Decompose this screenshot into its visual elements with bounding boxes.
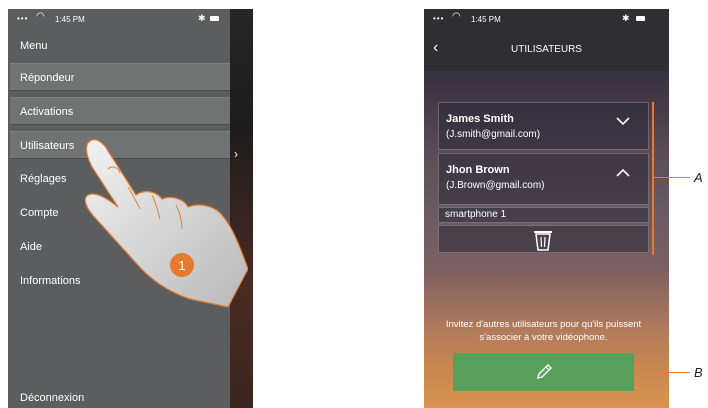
pencil-icon <box>537 364 552 379</box>
wifi-icon: ◠ <box>452 11 461 22</box>
user-name: James Smith <box>446 113 514 125</box>
status-bar: ••• ◠ 1:45 PM ✱ <box>8 9 253 29</box>
menu-item-label: Aide <box>20 241 43 253</box>
logout-button[interactable]: Déconnexion <box>10 384 230 408</box>
battery-icon <box>210 16 219 21</box>
callout-line-b <box>634 372 690 373</box>
list-bracket-line <box>652 102 654 255</box>
user-email: (J.Brown@gmail.com) <box>446 180 545 191</box>
callout-label-b: B <box>694 365 703 380</box>
delete-row[interactable] <box>438 225 649 253</box>
user-card-jhon-brown[interactable]: Jhon Brown (J.Brown@gmail.com) <box>438 153 649 205</box>
menu-item-repondeur[interactable]: Répondeur <box>10 63 230 91</box>
invite-edit-button[interactable] <box>453 353 634 391</box>
trash-icon[interactable] <box>533 229 553 251</box>
menu-item-activations[interactable]: Activations <box>10 97 230 125</box>
chevron-down-icon[interactable] <box>616 117 630 126</box>
right-phone-screen: ••• ◠ 1:45 PM ✱ ‹ UTILISATEURS James Smi… <box>424 9 669 408</box>
user-email: (J.smith@gmail.com) <box>446 129 541 140</box>
bluetooth-icon: ✱ <box>198 13 206 23</box>
left-phone-screen: ••• ◠ 1:45 PM ✱ Menu Répondeur Activatio… <box>8 9 253 408</box>
chevron-up-icon[interactable] <box>616 168 630 177</box>
callout-label-a: A <box>694 170 703 185</box>
user-name: Jhon Brown <box>446 164 510 176</box>
bluetooth-icon: ✱ <box>622 13 630 23</box>
status-time: 1:45 PM <box>55 15 85 24</box>
step-number: 1 <box>178 258 185 273</box>
menu-item-label: Activations <box>20 106 74 118</box>
signal-icon: ••• <box>17 14 29 23</box>
device-row-smartphone: smartphone 1 <box>438 207 649 223</box>
page-title: UTILISATEURS <box>511 44 582 55</box>
callout-line-a <box>653 177 690 178</box>
logout-label: Déconnexion <box>20 392 85 404</box>
status-bar: ••• ◠ 1:45 PM ✱ <box>424 9 669 29</box>
wifi-icon: ◠ <box>36 11 45 22</box>
signal-icon: ••• <box>433 14 445 23</box>
invite-text: Invitez d'autres utilisateurs pour qu'il… <box>445 319 642 343</box>
menu-title: Menu <box>20 40 48 52</box>
battery-icon <box>636 16 645 21</box>
pointing-hand-illustration: 1 <box>84 139 248 308</box>
user-card-james-smith[interactable]: James Smith (J.smith@gmail.com) <box>438 102 649 150</box>
status-time: 1:45 PM <box>471 15 501 24</box>
menu-item-label: Répondeur <box>20 72 75 84</box>
